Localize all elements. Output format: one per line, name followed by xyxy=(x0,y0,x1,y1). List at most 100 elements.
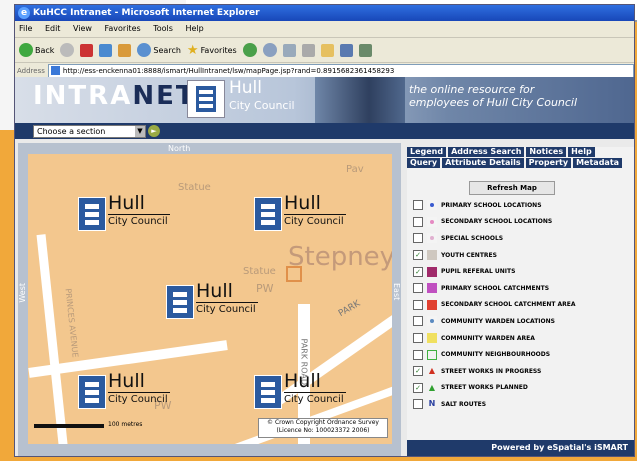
menu-favorites[interactable]: Favorites xyxy=(105,24,141,33)
print-icon[interactable] xyxy=(301,43,315,57)
legend-item: COMMUNITY WARDEN AREA xyxy=(413,330,629,347)
search-button[interactable]: Search xyxy=(137,43,181,57)
back-arrow-icon xyxy=(19,43,33,57)
tab-legend[interactable]: Legend xyxy=(407,147,447,157)
legend-item: COMMUNITY NEIGHBOURHOODS xyxy=(413,346,629,363)
go-button[interactable]: ► xyxy=(148,125,160,137)
legend-checkbox[interactable] xyxy=(413,349,423,360)
favorites-label: Favorites xyxy=(200,45,237,55)
hull-crest-icon xyxy=(78,197,106,231)
tab-notices[interactable]: Notices xyxy=(526,147,567,157)
worker-icon: ▲ xyxy=(428,366,436,376)
folder-icon[interactable] xyxy=(320,43,334,57)
hull-logo-marker[interactable]: Hull City Council xyxy=(254,192,364,242)
legend-label: STREET WORKS PLANNED xyxy=(441,384,528,392)
messenger-icon[interactable] xyxy=(339,43,353,57)
legend-label: YOUTH CENTRES xyxy=(441,251,497,259)
legend-item: ✓ YOUTH CENTRES xyxy=(413,247,629,264)
legend-list: PRIMARY SCHOOL LOCATIONS SECONDARY SCHOOL… xyxy=(413,197,629,413)
copyright-notice: © Crown Copyright Ordnance Survey (Licenc… xyxy=(258,418,388,438)
legend-item: ✓ ▲ STREET WORKS IN PROGRESS xyxy=(413,363,629,380)
hull-logo-marker[interactable]: Hull City Council xyxy=(254,370,364,420)
pan-west[interactable]: West xyxy=(18,283,27,303)
home-icon[interactable] xyxy=(118,43,132,57)
legend-checkbox[interactable] xyxy=(413,200,423,211)
banner-photo xyxy=(315,77,405,123)
dot-icon xyxy=(427,316,437,327)
map-label-princes-avenue: PRINCES AVENUE xyxy=(63,288,80,358)
hull-crest-logo xyxy=(187,80,225,118)
scale-bar xyxy=(34,424,104,428)
map-canvas[interactable]: Statue Statue Pav Stepney PRINCES AVENUE… xyxy=(28,154,392,444)
back-button[interactable]: Back xyxy=(19,43,54,57)
worker-icon: ▲ xyxy=(428,382,436,392)
legend-checkbox[interactable] xyxy=(413,299,423,310)
back-label: Back xyxy=(35,45,55,55)
legend-label: PUPIL REFERAL UNITS xyxy=(441,268,516,276)
refresh-map-button[interactable]: Refresh Map xyxy=(469,181,555,195)
legend-checkbox[interactable] xyxy=(413,316,423,327)
area-icon xyxy=(427,283,437,294)
menu-edit[interactable]: Edit xyxy=(45,24,61,33)
tab-attribute-details[interactable]: Attribute Details xyxy=(442,158,524,168)
menu-help[interactable]: Help xyxy=(185,24,203,33)
legend-checkbox[interactable] xyxy=(413,283,423,294)
legend-checkbox[interactable] xyxy=(413,216,423,227)
tab-metadata[interactable]: Metadata xyxy=(573,158,623,168)
stop-icon[interactable] xyxy=(80,43,94,57)
legend-label: COMMUNITY WARDEN LOCATIONS xyxy=(441,317,555,325)
legend-item: ✓ PUPIL REFERAL UNITS xyxy=(413,263,629,280)
section-bar: Choose a section ▼ ► xyxy=(15,123,634,139)
tools-icon[interactable] xyxy=(358,43,372,57)
panel-tabs: Legend Address Search Notices Help Query… xyxy=(407,147,634,169)
tab-address-search[interactable]: Address Search xyxy=(448,147,525,157)
tab-query[interactable]: Query xyxy=(407,158,441,168)
square-icon xyxy=(427,250,437,261)
intranet-logo: INTRANET xyxy=(33,81,196,111)
legend-checkbox[interactable]: ✓ xyxy=(413,250,423,261)
window-title: KuHCC Intranet - Microsoft Internet Expl… xyxy=(33,8,260,18)
hull-logo-marker[interactable]: Hull City Council xyxy=(166,280,276,330)
media-icon[interactable] xyxy=(242,43,257,57)
legend-item: COMMUNITY WARDEN LOCATIONS xyxy=(413,313,629,330)
menu-file[interactable]: File xyxy=(19,24,32,33)
legend-label: STREET WORKS IN PROGRESS xyxy=(441,367,542,375)
area-icon xyxy=(427,333,437,344)
tab-help[interactable]: Help xyxy=(568,147,595,157)
legend-checkbox[interactable] xyxy=(413,333,423,344)
menu-tools[interactable]: Tools xyxy=(153,24,173,33)
tab-property[interactable]: Property xyxy=(525,158,572,168)
mail-icon[interactable] xyxy=(282,43,296,57)
hull-logo-marker[interactable]: Hull City Council xyxy=(78,370,188,420)
pan-east[interactable]: East xyxy=(392,283,401,300)
legend-item: PRIMARY SCHOOL LOCATIONS xyxy=(413,197,629,214)
hull-crest-icon xyxy=(166,285,194,319)
address-label: Address xyxy=(17,66,45,75)
hull-logo-marker[interactable]: Hull City Council xyxy=(78,192,188,242)
legend-label: PRIMARY SCHOOL LOCATIONS xyxy=(441,201,542,209)
page-icon xyxy=(50,65,60,75)
legend-checkbox[interactable]: ✓ xyxy=(413,382,423,393)
legend-checkbox[interactable]: ✓ xyxy=(413,366,423,377)
legend-checkbox[interactable] xyxy=(413,399,423,410)
browser-window: e KuHCC Intranet - Microsoft Internet Ex… xyxy=(14,4,635,457)
refresh-icon[interactable] xyxy=(99,43,113,57)
line-icon: N xyxy=(428,399,436,409)
title-bar[interactable]: e KuHCC Intranet - Microsoft Internet Ex… xyxy=(15,5,634,21)
address-field[interactable]: http://ess-enckenna01:8888/ismart/HullIn… xyxy=(47,63,634,78)
hull-crest-icon xyxy=(254,375,282,409)
powered-by: Powered by eSpatial's iSMART xyxy=(407,440,634,456)
dot-icon xyxy=(427,200,437,211)
search-label: Search xyxy=(153,45,181,55)
pan-north[interactable]: North xyxy=(168,144,190,153)
legend-checkbox[interactable] xyxy=(413,233,423,244)
legend-label: COMMUNITY NEIGHBOURHOODS xyxy=(441,351,551,359)
favorites-button[interactable]: ★ Favorites xyxy=(187,43,237,58)
ie-icon: e xyxy=(18,7,30,19)
menu-view[interactable]: View xyxy=(73,24,92,33)
star-icon: ★ xyxy=(186,42,199,58)
section-select[interactable]: Choose a section ▼ xyxy=(33,125,146,138)
history-icon[interactable] xyxy=(262,43,277,57)
forward-button[interactable] xyxy=(60,43,75,57)
legend-checkbox[interactable]: ✓ xyxy=(413,266,423,277)
